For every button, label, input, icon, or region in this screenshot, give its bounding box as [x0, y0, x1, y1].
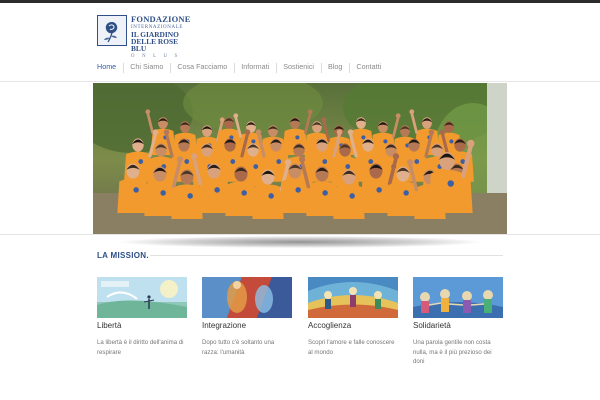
hero-person-badge	[160, 190, 166, 196]
accoglienza-image[interactable]	[308, 277, 398, 318]
hero-person-hand	[233, 113, 239, 119]
hero-person-badge	[253, 164, 259, 169]
nav-divider	[0, 81, 600, 82]
mission-card-solidarieta[interactable]: Solidarietà Una parola gentile non costa…	[413, 277, 503, 367]
hero-person-shirt	[225, 181, 257, 216]
hero-person-hand	[190, 153, 198, 160]
hero-person-badge	[403, 190, 409, 196]
hero-person-badge	[187, 193, 193, 199]
nav-item-blog[interactable]: Blog	[321, 62, 349, 73]
card-title-integrazione: Integrazione	[202, 321, 247, 330]
hero-person-shirt	[171, 184, 203, 219]
hero-person-badge	[230, 159, 236, 164]
hero-person-badge	[268, 193, 274, 199]
hero-person-hand	[467, 139, 475, 148]
mission-card-liberta[interactable]: Libertà La libertà è il diritto dell'ani…	[97, 277, 187, 357]
mission-card-integrazione[interactable]: Integrazione Dopo tutto c'è soltanto una…	[202, 277, 292, 357]
hero-person-badge	[214, 187, 220, 193]
logo-line-internazionale: INTERNAZIONALE	[131, 24, 184, 30]
logo-line-rose-blu: DELLE ROSE BLU	[131, 36, 179, 54]
mission-heading-rule	[150, 255, 503, 256]
hero-person-badge	[295, 135, 300, 140]
hero-person-badge	[414, 159, 420, 164]
card-text-solidarieta: Una parola gentile non costa nulla, ma è…	[413, 339, 492, 365]
solidarieta-image[interactable]	[413, 277, 503, 318]
card-text-integrazione: Dopo tutto c'è soltanto una razza: l'uma…	[202, 339, 275, 356]
hero-person-badge	[349, 193, 355, 199]
hero-person-hand	[307, 109, 313, 115]
hero-person-shirt	[333, 184, 365, 219]
hero-person-shirt	[428, 169, 466, 211]
hero-person-badge	[345, 164, 351, 169]
hero-person-hand	[284, 159, 292, 166]
hero-person-hand	[439, 129, 446, 135]
hero-person-badge	[133, 187, 139, 193]
nav-item-chi-siamo[interactable]: Chi Siamo	[123, 62, 170, 73]
hero-person-hand	[244, 129, 251, 135]
hero-person-hand	[255, 129, 262, 135]
hero-person-badge	[184, 159, 190, 164]
hero-person-hand	[347, 129, 354, 135]
hero-person-hand	[392, 153, 400, 160]
hero-person-hand	[152, 129, 159, 135]
hero-person-badge	[368, 159, 374, 164]
hero-person-hand	[163, 129, 170, 135]
hero-person-hand	[409, 109, 415, 115]
integrazione-image[interactable]	[202, 277, 292, 318]
hero-person-badge	[322, 190, 328, 196]
hero-person-badge	[376, 187, 382, 193]
hero-person-shirt	[144, 181, 176, 216]
hero-person-badge	[138, 159, 144, 164]
rose-logo-icon	[97, 15, 127, 46]
liberta-image[interactable]	[97, 277, 187, 318]
hero-person-badge	[251, 139, 256, 144]
nav-item-sostienici[interactable]: Sostienici	[276, 62, 321, 73]
hero-person-hand	[219, 117, 225, 123]
hero-group-photo	[93, 83, 507, 234]
hero-person-shirt	[198, 178, 230, 213]
hero-person-badge	[276, 159, 282, 164]
nav-item-cosa-facciamo[interactable]: Cosa Facciamo	[170, 62, 234, 73]
hero-person-hand	[176, 156, 184, 163]
hero-person-hand	[145, 109, 151, 115]
mission-heading: LA MISSION.	[97, 251, 149, 260]
nav-item-informati[interactable]: Informati	[234, 62, 276, 73]
main-navigation: Home Chi Siamo Cosa Facciamo Informati S…	[97, 60, 388, 73]
hero-person-badge	[295, 187, 301, 193]
hero-person-badge	[322, 159, 328, 164]
logo-wordmark: FONDAZIONE INTERNAZIONALE IL GIARDINO DE…	[131, 15, 191, 60]
card-title-solidarieta: Solidarietà	[413, 321, 451, 330]
hero-person-shirt	[117, 178, 149, 213]
hero-person-shirt	[252, 184, 284, 219]
hero-person-badge	[241, 190, 247, 196]
card-text-accoglienza: Scopri l'amore e falle conoscere al mond…	[308, 339, 395, 356]
top-bar	[0, 0, 600, 3]
hero-person-badge	[447, 180, 454, 187]
nav-item-home[interactable]: Home	[97, 62, 123, 71]
site-logo[interactable]: FONDAZIONE INTERNAZIONALE IL GIARDINO DE…	[97, 15, 190, 59]
hero-shadow	[120, 236, 480, 248]
nav-item-contatti[interactable]: Contatti	[349, 62, 388, 73]
hero-person-badge	[361, 135, 366, 140]
hero-person-hand	[336, 129, 343, 135]
hero-person-hand	[321, 117, 327, 123]
card-text-liberta: La libertà è il diritto dell'anima di re…	[97, 339, 184, 356]
hero-person-hand	[428, 129, 435, 135]
hero-person-hand	[395, 113, 401, 119]
card-title-accoglienza: Accoglienza	[308, 321, 352, 330]
logo-line-fondazione: FONDAZIONE	[131, 14, 191, 24]
hero-person-hand	[298, 156, 306, 163]
logo-line-onlus: O N L U S	[131, 53, 181, 59]
hero-person-badge	[449, 139, 454, 144]
hero-divider	[0, 234, 600, 235]
hero-person-badge	[383, 139, 388, 144]
hero-person-shirt	[306, 181, 338, 216]
hero-person-hand	[406, 159, 414, 166]
card-title-liberta: Libertà	[97, 321, 122, 330]
mission-card-accoglienza[interactable]: Accoglienza Scopri l'amore e falle conos…	[308, 277, 398, 357]
hero-person-shirt	[360, 178, 392, 213]
